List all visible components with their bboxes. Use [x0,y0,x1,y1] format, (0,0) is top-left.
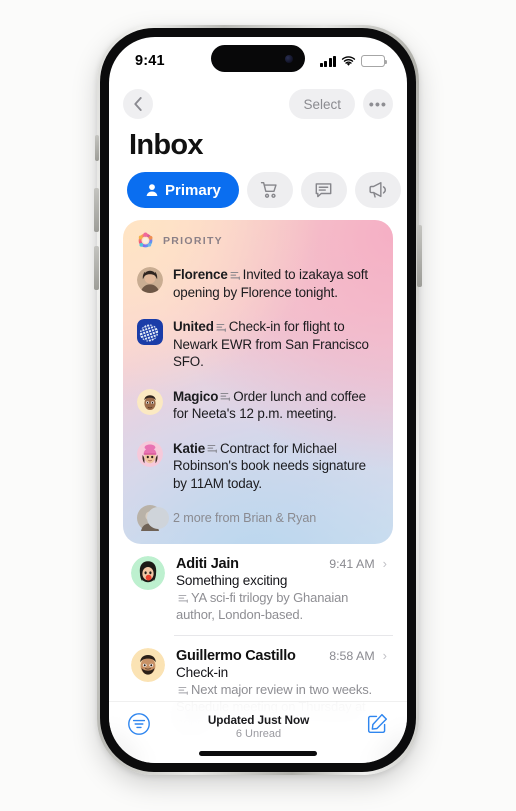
nav-right-group: Select ••• [289,89,393,119]
stacked-avatars-icon [137,505,169,531]
message-subject: Something exciting [176,573,288,588]
summary-glyph-icon [220,392,231,401]
status-indicators [319,55,387,67]
priority-item-sender: Florence [173,267,228,282]
ellipsis-icon: ••• [368,96,388,112]
more-button[interactable]: ••• [363,89,393,119]
memoji-woman-pink-hat-avatar-icon [137,440,163,467]
list-item-body: Aditi Jain 9:41 AM › Something exciting … [176,556,387,623]
chat-bubble-icon [315,183,332,198]
avatar [137,267,163,293]
power-button[interactable] [417,225,422,287]
toolbar-status-title: Updated Just Now [207,713,310,727]
memoji-woman-green-avatar-icon [131,556,165,590]
chevron-right-icon[interactable]: › [383,557,387,570]
avatar [131,556,165,590]
priority-item-text: Magico Order lunch and coffee for Neeta's… [173,388,377,423]
priority-header: PRIORITY [123,229,393,258]
cart-icon [261,181,278,198]
apple-intelligence-ring-icon [138,232,153,248]
avatar [137,440,163,467]
summary-glyph-icon [207,444,217,453]
priority-item-sender: Magico [173,388,219,404]
priority-label: PRIORITY [163,234,223,247]
message-sender: Aditi Jain [176,556,239,572]
bottom-toolbar: Updated Just Now 6 Unread [109,701,407,763]
message-sender: Guillermo Castillo [176,648,296,664]
volume-up-button[interactable] [94,188,99,232]
filter-chips: Primary [109,170,407,220]
filter-chip-transactions[interactable] [246,172,293,208]
signal-bars-icon [319,55,336,67]
memoji-man-beard-avatar-icon [131,648,165,682]
megaphone-icon [369,181,386,198]
priority-more-row[interactable]: 2 more from Brian & Ryan [123,501,393,537]
action-button[interactable] [95,135,99,161]
avatar [137,388,163,415]
avatar [137,505,163,531]
priority-item-text: Katie Contract for Michael Robinson's boo… [173,440,377,493]
chevron-left-icon [134,97,142,111]
priority-item-sender: United [173,319,214,334]
priority-item-text: Florence Invited to izakaya soft opening … [173,266,377,301]
priority-item[interactable]: Magico Order lunch and coffee for Neeta's… [123,380,393,432]
summary-glyph-icon [230,271,240,280]
filter-chip-promotions[interactable] [354,172,401,208]
priority-item-sender: Katie [173,440,205,456]
front-camera-icon [285,54,293,63]
priority-more-label: 2 more from Brian & Ryan [173,511,317,525]
toolbar-status-sub: 6 Unread [235,728,282,740]
compose-icon [367,713,388,734]
summary-glyph-icon [216,323,226,332]
chevron-right-icon[interactable]: › [383,649,387,662]
inbox-content: PRIORITY Florence Invited to izakaya sof… [109,220,407,744]
dynamic-island [211,45,305,72]
compose-button[interactable] [366,712,389,740]
message-preview: YA sci-fi trilogy by Ghanaian author, Lo… [176,590,349,622]
priority-item[interactable]: United Check-in for flight to Newark EWR … [123,310,393,380]
select-button[interactable]: Select [289,89,355,119]
phone-screen: 9:41 Select ••• Inbox Primary PRIORITY F… [109,37,407,763]
message-time: 9:41 AM [329,557,375,571]
summary-glyph-icon [178,594,188,603]
filter-chip-primary-label: Primary [165,181,221,199]
message-preview-wrap: YA sci-fi trilogy by Ghanaian author, Lo… [176,590,387,623]
filter-chip-primary[interactable]: Primary [127,172,239,208]
list-item[interactable]: Aditi Jain 9:41 AM › Something exciting … [123,544,393,635]
message-time: 8:58 AM [329,649,375,663]
photo-woman-avatar-icon [137,267,163,293]
summary-glyph-icon [178,686,188,695]
priority-card[interactable]: PRIORITY Florence Invited to izakaya sof… [123,220,393,544]
filter-button[interactable] [127,712,151,741]
battery-icon [361,55,387,67]
priority-item[interactable]: Florence Invited to izakaya soft opening … [123,258,393,310]
list-item-header: Guillermo Castillo 8:58 AM › [176,648,387,664]
priority-item-text: United Check-in for flight to Newark EWR … [173,318,377,371]
person-icon [146,184,158,196]
home-indicator[interactable] [199,751,317,756]
filter-chip-updates[interactable] [300,172,347,208]
list-item-header: Aditi Jain 9:41 AM › [176,556,387,572]
wifi-icon [341,55,356,66]
avatar [137,319,163,345]
message-subject: Check-in [176,665,229,680]
nav-bar: Select ••• [109,81,407,123]
priority-item[interactable]: Katie Contract for Michael Robinson's boo… [123,432,393,502]
screenshot-root: 9:41 Select ••• Inbox Primary PRIORITY F… [0,0,516,811]
volume-down-button[interactable] [94,246,99,290]
united-logo-icon [137,319,163,345]
status-bar: 9:41 [109,37,407,81]
memoji-man-avatar-icon [137,388,163,415]
avatar [131,648,165,682]
toolbar-status: Updated Just Now 6 Unread [151,713,366,740]
back-button[interactable] [123,89,153,119]
page-title: Inbox [129,129,204,161]
filter-icon [128,713,150,735]
status-clock: 9:41 [135,53,165,69]
